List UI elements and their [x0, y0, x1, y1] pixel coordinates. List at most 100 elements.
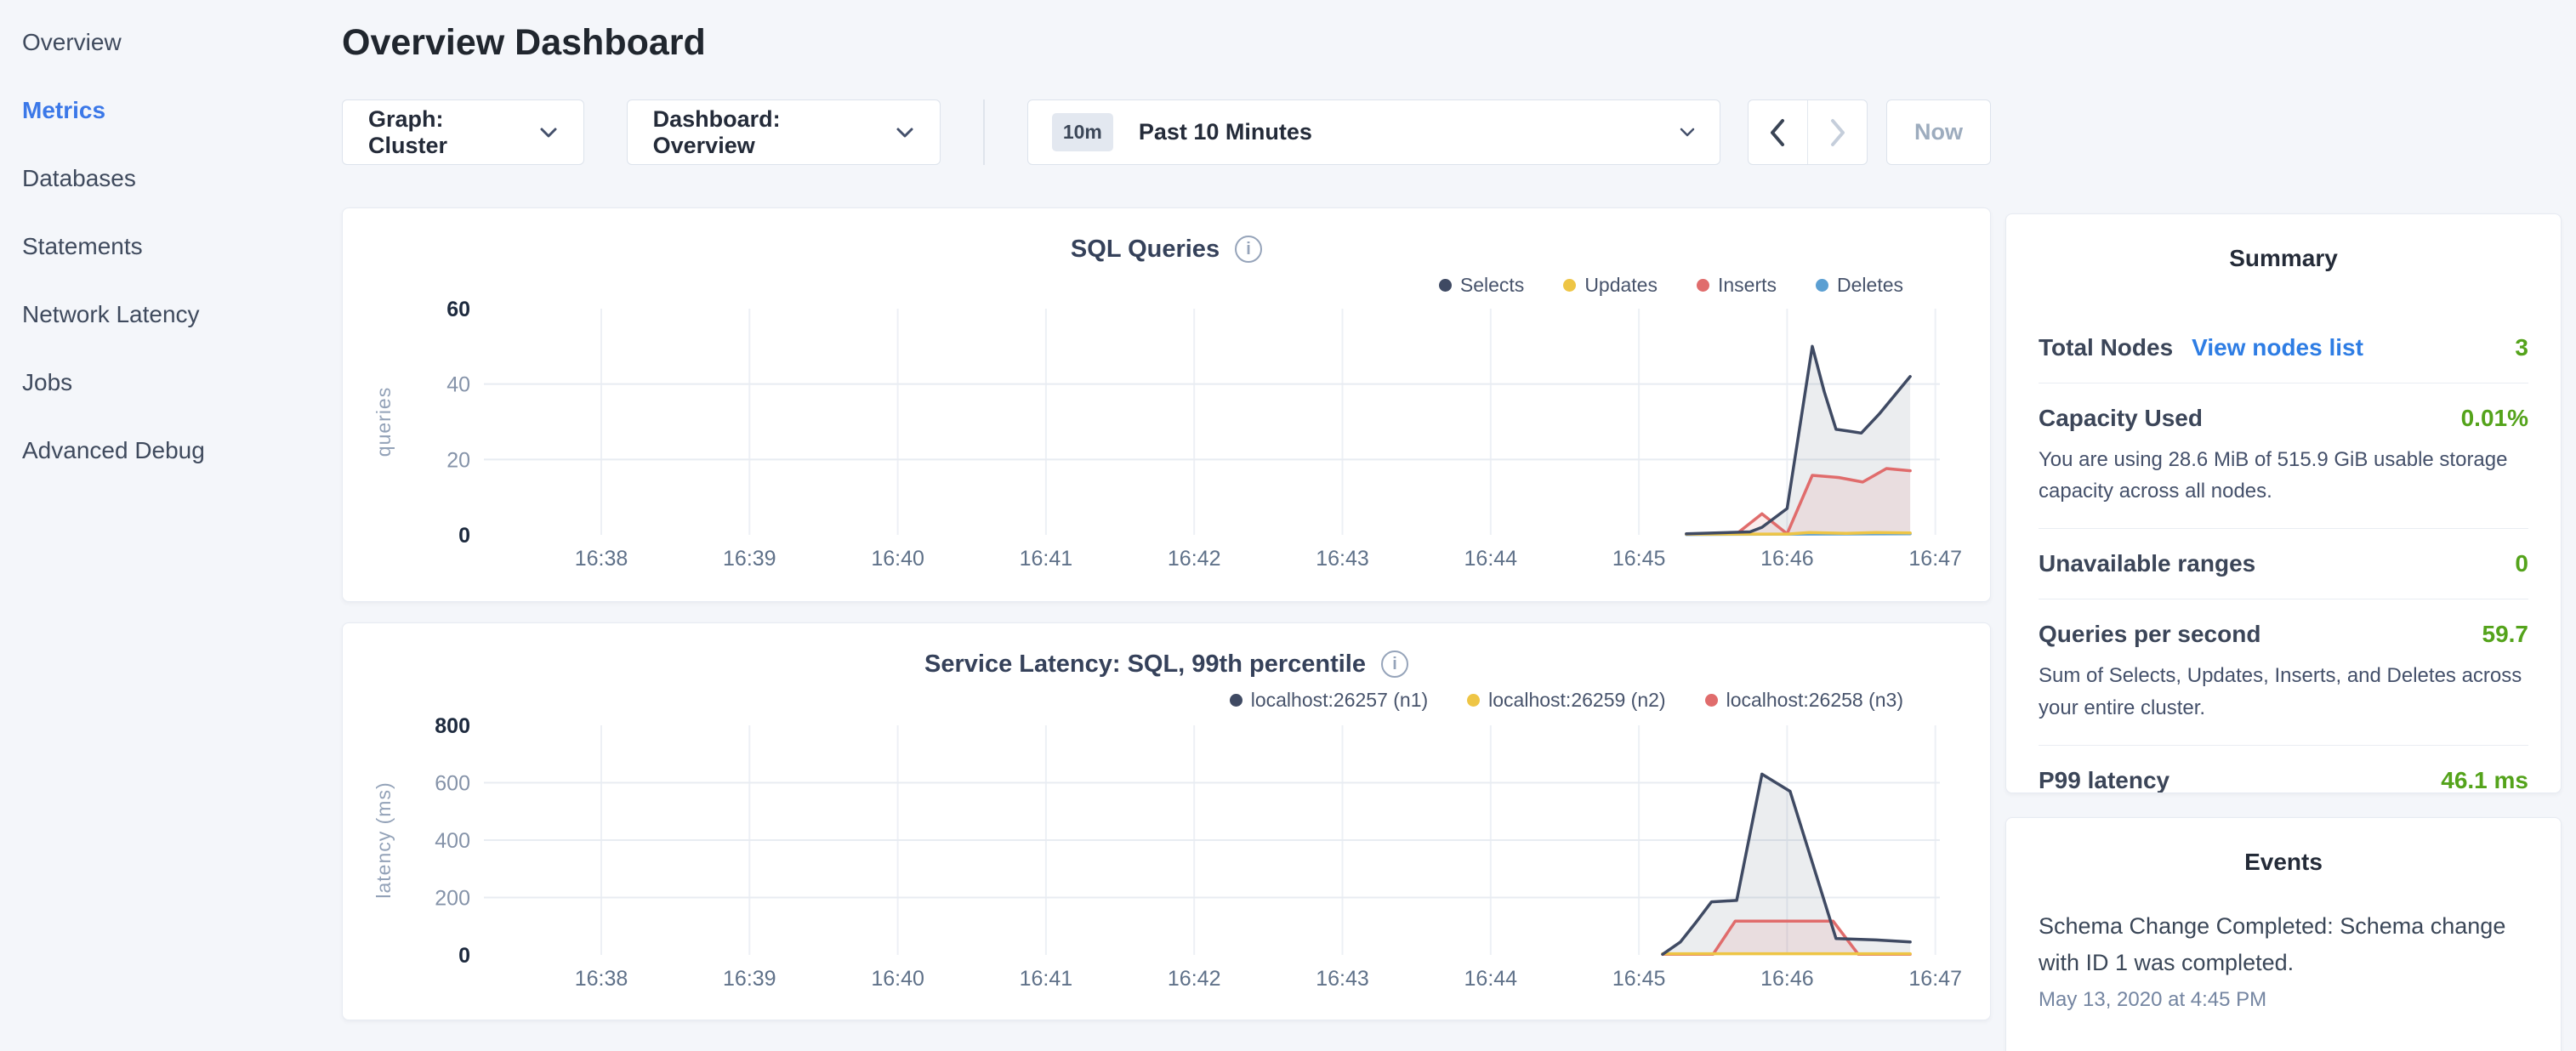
svg-text:16:39: 16:39: [723, 547, 776, 571]
chart-legend: Selects Updates Inserts Deletes: [343, 271, 1990, 298]
dashboard-select-label: Dashboard: Overview: [653, 106, 877, 159]
svg-text:16:42: 16:42: [1168, 967, 1221, 991]
legend-item[interactable]: localhost:26258 (n3): [1705, 689, 1903, 712]
event-message[interactable]: Schema Change Completed: Schema change w…: [2039, 908, 2528, 981]
sidebar-item-network-latency[interactable]: Network Latency: [0, 281, 340, 349]
time-pager: [1748, 99, 1868, 165]
legend-item[interactable]: Inserts: [1697, 274, 1777, 297]
info-icon[interactable]: i: [1381, 650, 1408, 678]
svg-text:16:45: 16:45: [1612, 967, 1666, 991]
service-latency-chart-card: Service Latency: SQL, 99th percentile i …: [342, 622, 1991, 1020]
summary-row-total-nodes: Total Nodes View nodes list 3: [2039, 313, 2528, 383]
sql-queries-chart[interactable]: 16:3816:3916:4016:4116:4216:4316:4416:45…: [343, 298, 1992, 594]
svg-text:16:40: 16:40: [871, 967, 924, 991]
summary-title: Summary: [2039, 245, 2528, 272]
svg-text:16:38: 16:38: [575, 967, 628, 991]
chevron-down-icon: [1679, 127, 1696, 138]
now-button-label: Now: [1914, 119, 1963, 145]
summary-value: 3: [2515, 334, 2528, 361]
svg-text:16:43: 16:43: [1316, 547, 1369, 571]
summary-value: 59.7: [2482, 621, 2529, 648]
legend-label: Updates: [1584, 274, 1658, 297]
summary-value: 46.1 ms: [2441, 767, 2528, 793]
time-range-label: Past 10 Minutes: [1139, 119, 1312, 145]
svg-text:20: 20: [446, 448, 470, 472]
legend-dot-icon: [1439, 279, 1452, 292]
summary-description: Sum of Selects, Updates, Inserts, and De…: [2039, 660, 2528, 723]
time-range-dropdown[interactable]: 10m Past 10 Minutes: [1027, 99, 1720, 165]
svg-text:16:45: 16:45: [1612, 547, 1666, 571]
chart-title: SQL Queries: [1071, 236, 1220, 264]
svg-text:16:44: 16:44: [1464, 547, 1518, 571]
legend-item[interactable]: localhost:26259 (n2): [1467, 689, 1665, 712]
sidebar-item-jobs[interactable]: Jobs: [0, 349, 340, 417]
summary-label: Capacity Used: [2039, 405, 2203, 432]
svg-text:16:47: 16:47: [1908, 547, 1962, 571]
main-content: Overview Dashboard Graph: Cluster Dashbo…: [342, 0, 1991, 1020]
legend-label: localhost:26257 (n1): [1251, 689, 1428, 712]
svg-text:40: 40: [446, 373, 470, 397]
svg-text:16:41: 16:41: [1020, 967, 1073, 991]
legend-label: localhost:26259 (n2): [1488, 689, 1665, 712]
chevron-down-icon: [896, 127, 914, 139]
time-range-badge: 10m: [1052, 113, 1113, 151]
service-latency-chart[interactable]: 16:3816:3916:4016:4116:4216:4316:4416:45…: [343, 713, 1992, 1013]
view-nodes-list-link[interactable]: View nodes list: [2192, 334, 2363, 361]
svg-text:16:44: 16:44: [1464, 967, 1518, 991]
legend-dot-icon: [1467, 694, 1480, 707]
event-timestamp: May 13, 2020 at 4:45 PM: [2039, 988, 2528, 1012]
svg-text:16:38: 16:38: [575, 547, 628, 571]
svg-text:16:40: 16:40: [871, 547, 924, 571]
controls-divider: [983, 99, 985, 165]
svg-text:16:47: 16:47: [1908, 967, 1962, 991]
legend-dot-icon: [1816, 279, 1828, 292]
summary-panel: Summary Total Nodes View nodes list 3 Ca…: [2005, 213, 2562, 793]
legend-item[interactable]: Selects: [1439, 274, 1524, 297]
right-sidebar: Summary Total Nodes View nodes list 3 Ca…: [2005, 213, 2562, 1051]
summary-label: P99 latency: [2039, 767, 2169, 793]
sidebar-item-overview[interactable]: Overview: [0, 9, 340, 77]
chevron-down-icon: [539, 127, 558, 139]
graph-select-dropdown[interactable]: Graph: Cluster: [342, 99, 584, 165]
summary-value: 0: [2515, 550, 2528, 577]
legend-item[interactable]: Updates: [1563, 274, 1658, 297]
next-timeframe-button[interactable]: [1807, 100, 1867, 164]
legend-dot-icon: [1230, 694, 1243, 707]
page-title: Overview Dashboard: [342, 22, 1991, 64]
sidebar-item-databases[interactable]: Databases: [0, 145, 340, 213]
summary-label: Total Nodes: [2039, 334, 2173, 361]
now-button[interactable]: Now: [1886, 99, 1991, 165]
summary-label: Queries per second: [2039, 621, 2260, 648]
sidebar-item-advanced-debug[interactable]: Advanced Debug: [0, 417, 340, 485]
svg-text:200: 200: [435, 887, 470, 911]
chart-title: Service Latency: SQL, 99th percentile: [924, 650, 1366, 679]
chart-legend: localhost:26257 (n1) localhost:26259 (n2)…: [343, 686, 1990, 713]
svg-text:16:46: 16:46: [1760, 547, 1814, 571]
legend-item[interactable]: localhost:26257 (n1): [1230, 689, 1428, 712]
dashboard-select-dropdown[interactable]: Dashboard: Overview: [627, 99, 941, 165]
svg-text:600: 600: [435, 772, 470, 796]
previous-timeframe-button[interactable]: [1749, 100, 1808, 164]
svg-text:400: 400: [435, 829, 470, 853]
legend-dot-icon: [1563, 279, 1576, 292]
events-title: Events: [2039, 849, 2528, 876]
svg-text:latency (ms): latency (ms): [372, 781, 395, 898]
svg-text:800: 800: [435, 714, 470, 738]
legend-dot-icon: [1705, 694, 1718, 707]
graph-select-label: Graph: Cluster: [368, 106, 520, 159]
legend-label: localhost:26258 (n3): [1726, 689, 1903, 712]
svg-text:60: 60: [446, 298, 470, 321]
summary-label: Unavailable ranges: [2039, 550, 2255, 577]
summary-row-capacity-used: Capacity Used 0.01% You are using 28.6 M…: [2039, 383, 2528, 528]
svg-text:16:42: 16:42: [1168, 547, 1221, 571]
svg-text:16:46: 16:46: [1760, 967, 1814, 991]
sidebar: Overview Metrics Databases Statements Ne…: [0, 0, 340, 485]
summary-row-queries-per-second: Queries per second 59.7 Sum of Selects, …: [2039, 599, 2528, 744]
info-icon[interactable]: i: [1235, 236, 1262, 263]
svg-text:queries: queries: [372, 387, 395, 457]
sql-queries-chart-card: SQL Queries i Selects Updates Inserts Delet…: [342, 207, 1991, 602]
sidebar-item-metrics[interactable]: Metrics: [0, 77, 340, 145]
legend-item[interactable]: Deletes: [1816, 274, 1903, 297]
sidebar-item-statements[interactable]: Statements: [0, 213, 340, 281]
svg-text:0: 0: [458, 524, 470, 548]
